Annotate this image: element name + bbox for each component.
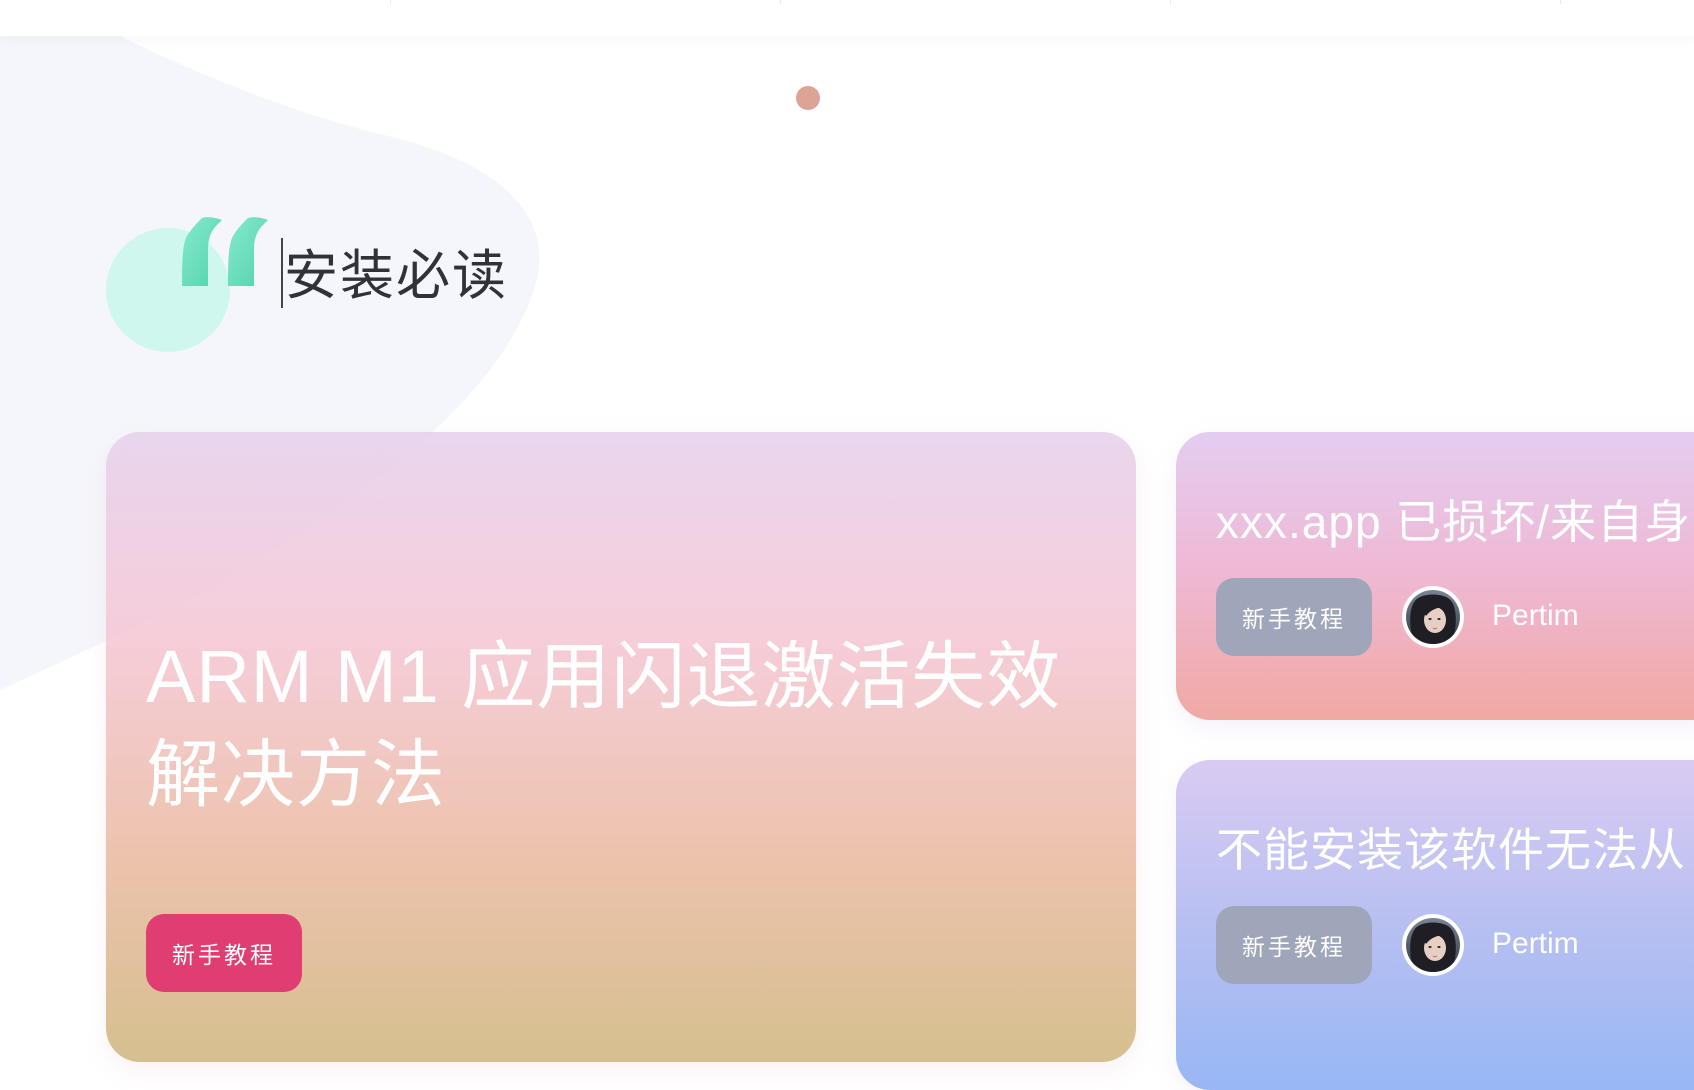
article-card[interactable]: 不能安装该软件无法从 新手教程 Pertim [1176,760,1694,1090]
article-title[interactable]: 不能安装该软件无法从 [1216,822,1686,878]
carousel-indicator-dot[interactable] [796,86,820,110]
featured-article-title[interactable]: ARM M1 应用闪退激活失效解决方法 [146,628,1106,824]
nav-divider [1170,0,1171,4]
quote-icon [182,217,268,286]
nav-divider [1560,0,1561,4]
featured-article-card[interactable]: ARM M1 应用闪退激活失效解决方法 新手教程 [106,432,1136,1062]
category-tag[interactable]: 新手教程 [1216,906,1372,984]
author-name[interactable]: Pertim [1492,924,1579,964]
category-tag[interactable]: 新手教程 [146,914,302,992]
section-heading: 安装必读 [104,210,564,360]
avatar[interactable] [1402,914,1464,976]
section-title: 安装必读 [284,244,508,307]
top-navigation-bar [0,0,1694,36]
category-tag[interactable]: 新手教程 [1216,578,1372,656]
avatar-image [1406,590,1460,644]
author-name[interactable]: Pertim [1492,596,1579,636]
article-title[interactable]: xxx.app 已损坏/来自身 [1216,494,1691,550]
nav-divider [780,0,781,4]
nav-divider [390,0,391,4]
avatar-image [1406,918,1460,972]
avatar[interactable] [1402,586,1464,648]
text-caret [281,238,283,308]
article-card[interactable]: xxx.app 已损坏/来自身 新手教程 Pertim [1176,432,1694,720]
